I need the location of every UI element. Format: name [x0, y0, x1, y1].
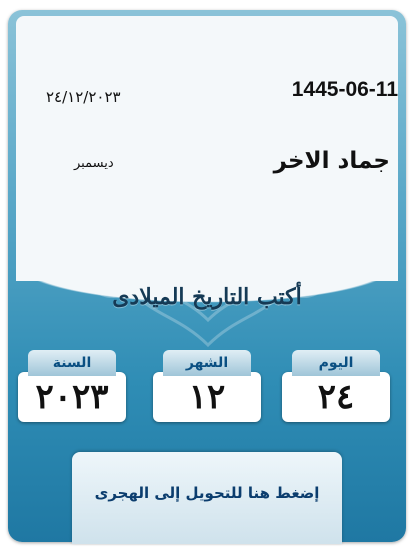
day-label: اليوم [292, 350, 380, 376]
input-instruction: أكتب التاريخ الميلادى [112, 284, 302, 310]
day-field[interactable]: ٢٤ اليوم [282, 350, 390, 422]
gregorian-date: ٢٤/١٢/٢٠٢٣ [46, 88, 121, 106]
year-label: السنة [28, 350, 116, 376]
month-field[interactable]: ١٢ الشهر [153, 350, 261, 422]
gregorian-month-name: ديسمبر [74, 156, 114, 171]
day-input[interactable]: ٢٤ [282, 372, 390, 422]
convert-button-label: إضغط هنا للتحويل إلى الهجرى [94, 484, 320, 502]
hijri-date: 1445-06-11 [291, 78, 398, 101]
year-input[interactable]: ٢٠٢٣ [18, 372, 126, 422]
year-field[interactable]: ٢٠٢٣ السنة [18, 350, 126, 422]
month-label: الشهر [163, 350, 251, 376]
hijri-month-name: جماد الاخر [273, 148, 390, 174]
month-input[interactable]: ١٢ [153, 372, 261, 422]
convert-to-hijri-button[interactable]: إضغط هنا للتحويل إلى الهجرى [72, 452, 342, 544]
